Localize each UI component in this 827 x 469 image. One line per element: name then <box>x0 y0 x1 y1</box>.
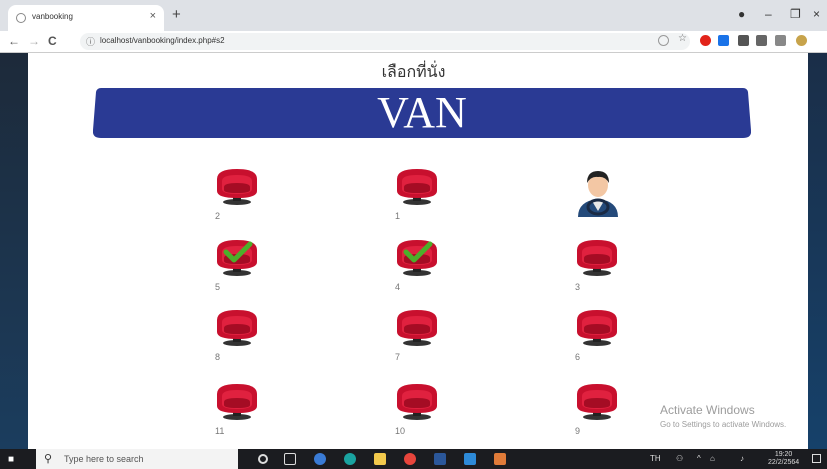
cortana-icon[interactable] <box>258 454 268 464</box>
search-icon: ⚲ <box>44 453 53 465</box>
armchair-icon <box>217 240 257 276</box>
armchair-icon <box>397 240 437 276</box>
armchair-icon <box>397 384 437 420</box>
seat-number: 2 <box>215 211 221 221</box>
edge-icon[interactable] <box>344 453 356 465</box>
seat-5[interactable] <box>212 236 262 276</box>
seat-number: 6 <box>575 352 581 362</box>
clock-time: 19:20 <box>774 451 793 458</box>
minimize-button[interactable]: – <box>765 7 772 21</box>
page-background-right <box>808 53 827 449</box>
armchair-icon <box>217 310 257 346</box>
people-icon[interactable]: ⚇ <box>676 454 683 463</box>
xampp-icon[interactable] <box>494 453 506 465</box>
info-icon[interactable]: ⓘ <box>86 35 95 48</box>
seat-number: 7 <box>395 352 401 362</box>
chevron-up-icon[interactable]: ^ <box>697 454 701 463</box>
chrome-icon[interactable] <box>404 453 416 465</box>
seat-number: 1 <box>395 211 401 221</box>
seat-7[interactable] <box>392 306 442 346</box>
armchair-icon <box>397 310 437 346</box>
seat-2[interactable] <box>212 165 262 205</box>
file-explorer-icon[interactable] <box>374 453 386 465</box>
page-title: เลือกที่นั่ง <box>381 64 446 81</box>
reading-list-icon[interactable] <box>775 35 786 46</box>
seat-number: 4 <box>395 282 401 292</box>
armchair-icon <box>577 240 617 276</box>
seat-3[interactable] <box>572 236 622 276</box>
download-icon[interactable] <box>756 35 767 46</box>
seat-number: 5 <box>215 282 221 292</box>
close-window-button[interactable]: × <box>813 7 820 21</box>
volume-icon[interactable]: ♪ <box>740 454 744 463</box>
seat-6[interactable] <box>572 306 622 346</box>
seat-8[interactable] <box>212 306 262 346</box>
seat-number: 10 <box>395 426 406 436</box>
star-icon[interactable]: ☆ <box>678 33 689 44</box>
restore-button[interactable]: ❐ <box>790 7 801 21</box>
vscode-icon[interactable] <box>464 453 476 465</box>
language-indicator[interactable]: TH <box>650 454 661 463</box>
watermark-subtitle: Go to Settings to activate Windows. <box>660 420 787 429</box>
browser-tab[interactable]: vanbooking × <box>8 5 164 31</box>
armchair-icon <box>217 384 257 420</box>
back-button[interactable]: ← <box>8 34 20 48</box>
activation-watermark: Activate Windows Go to Settings to activ… <box>660 403 786 429</box>
armchair-icon <box>577 384 617 420</box>
word-icon[interactable] <box>434 453 446 465</box>
forward-button[interactable]: → <box>28 34 40 48</box>
url-text[interactable]: localhost/vanbooking/index.php#s2 <box>100 36 225 45</box>
driver-icon <box>578 171 618 217</box>
tab-close-button[interactable]: × <box>150 10 156 22</box>
taskbar-clock[interactable]: 19:20 22/2/2564 <box>768 451 799 467</box>
app-icon[interactable] <box>314 453 326 465</box>
windows-taskbar: ■ ⚲ Type here to search TH ⚇ ^ ⌂ ♪ 19:20… <box>0 449 827 469</box>
seat-number: 3 <box>575 282 581 292</box>
windows-start-icon[interactable]: ■ <box>8 454 14 465</box>
armchair-icon <box>397 169 437 205</box>
seat-number: 11 <box>215 426 225 436</box>
seat-4[interactable] <box>392 236 442 276</box>
extension-icon[interactable] <box>718 35 729 46</box>
opera-extension-icon[interactable] <box>700 35 711 46</box>
clock-date: 22/2/2564 <box>768 459 800 466</box>
watermark-title: Activate Windows <box>660 403 755 417</box>
network-icon[interactable]: ⌂ <box>710 454 715 463</box>
seat-10[interactable] <box>392 380 442 420</box>
van-banner-title: VAN <box>377 88 467 137</box>
seat-number: 9 <box>575 426 581 436</box>
search-placeholder: Type here to search <box>64 454 144 464</box>
browser-toolbar: ← → C ⓘ localhost/vanbooking/index.php#s… <box>0 31 827 53</box>
account-icon[interactable]: ● <box>738 7 745 21</box>
profile-avatar[interactable] <box>796 35 807 46</box>
tab-title: vanbooking <box>32 12 73 21</box>
zoom-icon[interactable] <box>658 35 669 46</box>
task-view-icon[interactable] <box>284 453 296 465</box>
puzzle-icon[interactable] <box>738 35 749 46</box>
globe-icon <box>16 13 26 23</box>
page-background-left <box>0 53 28 449</box>
taskbar-search[interactable]: ⚲ Type here to search <box>36 449 238 469</box>
notification-icon[interactable] <box>812 454 821 463</box>
seat-11[interactable] <box>212 380 262 420</box>
seat-9[interactable] <box>572 380 622 420</box>
browser-tab-strip: vanbooking × + ● – ❐ × <box>0 0 827 31</box>
reload-button[interactable]: C <box>48 34 57 48</box>
armchair-icon <box>577 310 617 346</box>
seat-1[interactable] <box>392 165 442 205</box>
seat-number: 8 <box>215 352 221 362</box>
address-bar[interactable]: ⓘ localhost/vanbooking/index.php#s2 <box>80 33 690 50</box>
armchair-icon <box>217 169 257 205</box>
new-tab-button[interactable]: + <box>172 6 181 23</box>
